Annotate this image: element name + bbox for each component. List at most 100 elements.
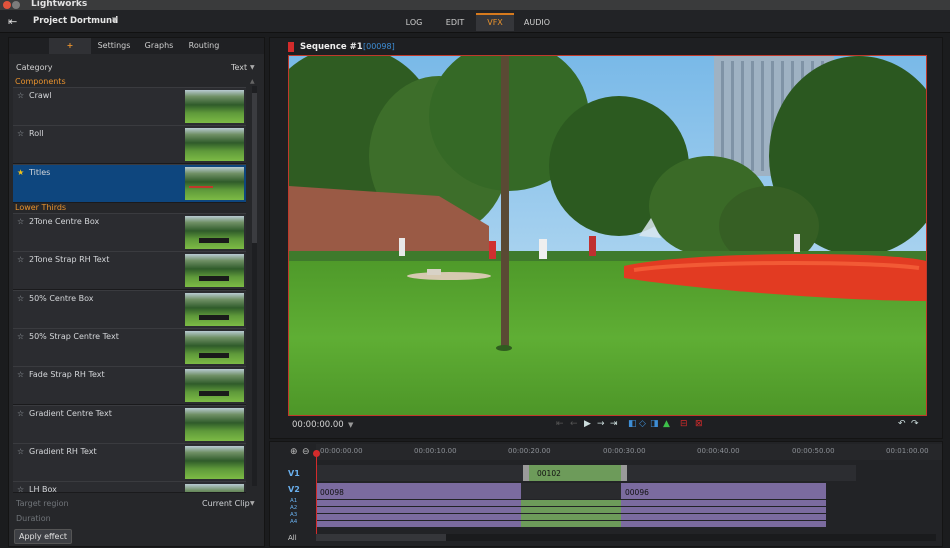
zoom-in-icon[interactable]: ⊕ — [290, 447, 298, 457]
minimize-window-button[interactable] — [12, 1, 20, 9]
timeline-clip[interactable]: 00096 — [621, 483, 826, 499]
effect-label: LH Box — [29, 485, 57, 493]
add-cue-icon[interactable]: ▲ — [663, 419, 670, 429]
step-back-icon[interactable]: ← — [570, 419, 578, 429]
star-icon[interactable]: ☆ — [17, 447, 24, 456]
sequence-color-marker — [288, 42, 294, 52]
project-name[interactable]: Project Dortmund — [33, 16, 118, 26]
tab-vfx[interactable]: VFX — [476, 13, 514, 31]
tab-add-effect[interactable]: + — [49, 38, 91, 54]
audio-clip[interactable] — [621, 521, 826, 527]
effect-thumbnail — [185, 331, 244, 364]
effects-scrollbar-thumb[interactable] — [252, 93, 257, 243]
track-label-a3[interactable]: A3 — [290, 512, 297, 518]
audio-clip[interactable] — [521, 500, 621, 506]
tab-audio[interactable]: AUDIO — [517, 15, 557, 31]
tab-settings[interactable]: Settings — [93, 38, 135, 54]
timeline-ruler[interactable]: 00:00:00.00 00:00:10.00 00:00:20.00 00:0… — [316, 444, 942, 460]
effect-item-2tone-centre-box[interactable]: ☆ 2Tone Centre Box — [13, 213, 246, 252]
effect-thumbnail — [185, 167, 244, 200]
effect-label: Roll — [29, 129, 44, 138]
sequence-title: Sequence #1 — [300, 42, 363, 52]
effect-item-50-centre-box[interactable]: ☆ 50% Centre Box — [13, 290, 246, 329]
audio-clip[interactable] — [316, 507, 521, 513]
play-icon[interactable]: ▶ — [584, 419, 591, 429]
tab-routing[interactable]: Routing — [183, 38, 225, 54]
audio-clip[interactable] — [316, 514, 521, 520]
tab-edit[interactable]: EDIT — [436, 15, 474, 31]
star-icon[interactable]: ☆ — [17, 129, 24, 138]
ruler-tick-label: 00:00:00.00 — [320, 447, 363, 455]
effect-item-gradient-centre-text[interactable]: ☆ Gradient Centre Text — [13, 405, 246, 444]
undo-icon[interactable]: ↶ — [898, 419, 906, 429]
star-icon[interactable]: ☆ — [17, 217, 24, 226]
audio-clip[interactable] — [316, 521, 521, 527]
track-label-a2[interactable]: A2 — [290, 505, 297, 511]
timeline-clip[interactable]: 00102 — [523, 465, 627, 481]
effect-thumbnail — [185, 408, 244, 441]
viewer-timecode[interactable]: 00:00:00.00 — [292, 420, 344, 430]
effects-panel: + Settings Graphs Routing Category Text … — [8, 37, 265, 547]
track-label-a1[interactable]: A1 — [290, 498, 297, 504]
exit-icon[interactable]: ⇤ — [8, 15, 17, 28]
track-label-all[interactable]: All — [288, 534, 297, 542]
scroll-up-icon[interactable]: ▲ — [250, 78, 255, 85]
audio-clip[interactable] — [621, 500, 826, 506]
remove-icon[interactable]: ⊟ — [680, 419, 688, 429]
star-icon[interactable]: ☆ — [17, 370, 24, 379]
star-icon[interactable]: ☆ — [17, 485, 24, 492]
target-region-select[interactable]: Current Clip — [202, 499, 250, 508]
ruler-tick-label: 00:00:10.00 — [414, 447, 457, 455]
star-icon[interactable]: ☆ — [17, 91, 24, 100]
audio-clip[interactable] — [621, 514, 826, 520]
playhead[interactable] — [316, 450, 317, 540]
go-to-start-icon[interactable]: ⇤ — [556, 419, 564, 429]
effect-thumbnail — [185, 128, 244, 161]
track-label-a4[interactable]: A4 — [290, 519, 297, 525]
track-label-v1[interactable]: V1 — [288, 469, 300, 478]
category-select[interactable]: Text — [231, 63, 247, 72]
close-window-button[interactable] — [3, 1, 11, 9]
star-icon[interactable]: ☆ — [17, 294, 24, 303]
star-icon[interactable]: ☆ — [17, 332, 24, 341]
track-label-v2[interactable]: V2 — [288, 485, 300, 494]
go-to-end-icon[interactable]: ⇥ — [610, 419, 618, 429]
zoom-out-icon[interactable]: ⊖ — [302, 447, 310, 457]
audio-clip[interactable] — [521, 521, 621, 527]
mark-in-icon[interactable]: ◧ — [628, 419, 637, 429]
audio-clip[interactable] — [621, 507, 826, 513]
star-icon[interactable]: ☆ — [17, 255, 24, 264]
star-icon[interactable]: ☆ — [17, 409, 24, 418]
tab-log[interactable]: LOG — [395, 15, 433, 31]
audio-clip[interactable] — [521, 514, 621, 520]
playhead-handle[interactable] — [313, 450, 320, 457]
apply-effect-button[interactable]: Apply effect — [14, 529, 72, 544]
audio-clip[interactable] — [316, 500, 521, 506]
effect-item-fade-strap-rh-text[interactable]: ☆ Fade Strap RH Text — [13, 366, 246, 405]
video-frame[interactable] — [288, 55, 927, 416]
redo-icon[interactable]: ↷ — [911, 419, 919, 429]
mark-out-icon[interactable]: ◨ — [650, 419, 659, 429]
timeline-scrollbar-thumb[interactable] — [316, 534, 446, 541]
star-filled-icon[interactable]: ★ — [17, 168, 24, 177]
effect-item-gradient-rh-text[interactable]: ☆ Gradient RH Text — [13, 443, 246, 482]
effect-item-2tone-strap-rh-text[interactable]: ☆ 2Tone Strap RH Text — [13, 251, 246, 290]
effect-label: 50% Strap Centre Text — [29, 332, 119, 341]
delete-icon[interactable]: ⊠ — [695, 419, 703, 429]
ruler-tick-label: 00:00:50.00 — [792, 447, 835, 455]
chevron-down-icon[interactable]: ▼ — [348, 421, 353, 429]
timeline-clip[interactable]: 00098 — [316, 483, 521, 499]
clear-mark-icon[interactable]: ◇ — [639, 419, 646, 429]
chevron-down-icon[interactable]: ▼ — [250, 64, 255, 71]
step-forward-icon[interactable]: → — [597, 419, 605, 429]
effect-item-crawl[interactable]: ☆ Crawl — [13, 87, 246, 126]
audio-clip[interactable] — [521, 507, 621, 513]
chevron-down-icon[interactable]: ▼ — [112, 16, 117, 24]
effect-item-lh-box[interactable]: ☆ LH Box — [13, 481, 246, 493]
effect-item-50-strap-centre-text[interactable]: ☆ 50% Strap Centre Text — [13, 328, 246, 367]
app-title: Lightworks — [31, 0, 88, 9]
tab-graphs[interactable]: Graphs — [139, 38, 179, 54]
chevron-down-icon[interactable]: ▼ — [250, 500, 255, 507]
effect-item-titles[interactable]: ★ Titles — [13, 164, 246, 203]
effect-item-roll[interactable]: ☆ Roll — [13, 125, 246, 164]
